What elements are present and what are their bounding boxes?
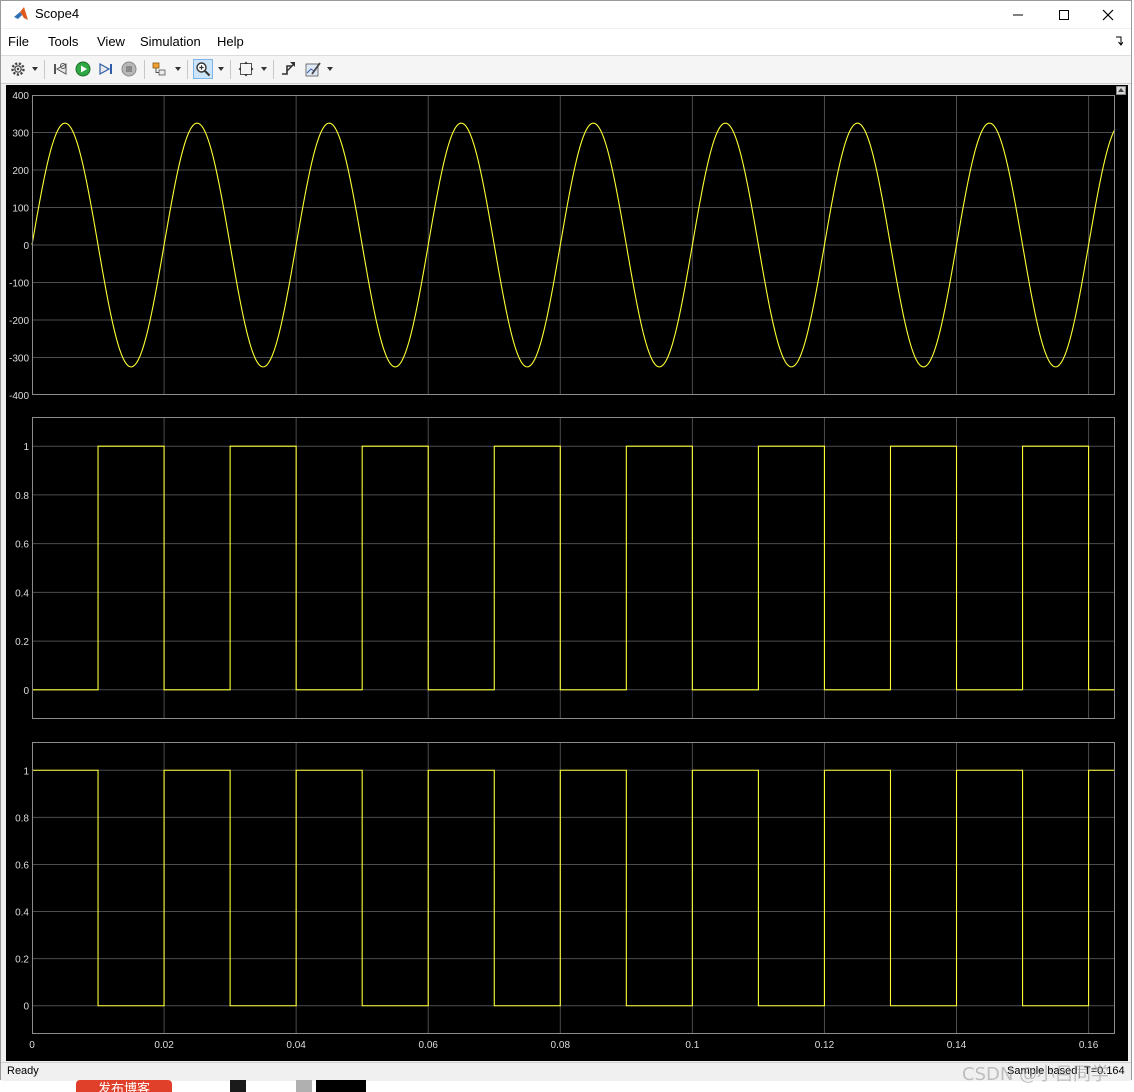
menu-bar: File Tools View Simulation Help [1, 29, 1131, 56]
highlight-block-icon [152, 62, 166, 76]
axes-2-ytick-label: 0.4 [15, 588, 29, 599]
axes-2-ytick-label: 0.8 [15, 491, 29, 502]
menu-view[interactable]: View [97, 34, 125, 49]
axes-3-xtick-label: 0.08 [551, 1040, 571, 1051]
chevron-down-icon[interactable] [261, 67, 267, 71]
highlight-block-button[interactable] [150, 59, 170, 79]
toolbar-separator [144, 60, 145, 79]
menu-arrow-icon[interactable] [1115, 36, 1123, 46]
axes-2-background [32, 417, 1115, 719]
run-icon [75, 61, 91, 77]
axes-2-ytick-label: 0.2 [15, 637, 29, 648]
close-button[interactable] [1085, 1, 1131, 28]
axes-3-xtick-label: 0.16 [1079, 1040, 1099, 1051]
axes-2-ytick-label: 0.6 [15, 540, 29, 551]
close-icon [1102, 9, 1114, 20]
chevron-down-icon[interactable] [327, 67, 333, 71]
axes-1-ytick-label: -200 [9, 316, 29, 327]
zoom-in-button[interactable] [193, 59, 213, 79]
step-forward-button[interactable] [96, 59, 116, 79]
background-block [230, 1080, 246, 1092]
axes-2-ytick-label: 1 [23, 442, 29, 453]
stop-button[interactable] [119, 59, 139, 79]
axes-3-xtick-label: 0.12 [815, 1040, 835, 1051]
axes-3-ytick-label: 0.2 [15, 955, 29, 966]
minimize-button[interactable] [995, 1, 1041, 28]
axes-3-xtick-label: 0 [29, 1040, 35, 1051]
chevron-down-icon[interactable] [218, 67, 224, 71]
style-button[interactable] [303, 59, 323, 79]
fit-to-view-icon [238, 61, 254, 77]
background-publish-button: 发布博客 [76, 1080, 172, 1092]
toolbar [1, 56, 1131, 84]
triggers-button[interactable] [279, 59, 299, 79]
menu-file[interactable]: File [8, 34, 29, 49]
axes-3-xtick-label: 0.06 [418, 1040, 438, 1051]
axes-3-xtick-label: 0.14 [947, 1040, 967, 1051]
toolbar-separator [44, 60, 45, 79]
stop-icon [121, 61, 137, 77]
background-block [316, 1080, 366, 1092]
axes-1-ytick-label: -100 [9, 279, 29, 290]
menu-help[interactable]: Help [217, 34, 244, 49]
axes-1-ytick-label: 400 [12, 91, 29, 102]
status-text: Ready [7, 1065, 39, 1077]
axes-3-xtick-label: 0.02 [154, 1040, 174, 1051]
axes-3-background [32, 742, 1115, 1034]
axes-1-ytick-label: -400 [9, 391, 29, 402]
minimize-icon [1013, 14, 1023, 15]
run-button[interactable] [73, 59, 93, 79]
scope-plots[interactable]: -400-300-200-100010020030040000.20.40.60… [6, 85, 1128, 1061]
axes-3-ytick-label: 0.8 [15, 813, 29, 824]
matlab-icon [13, 6, 29, 22]
gear-icon [11, 62, 25, 76]
toolbar-separator [230, 60, 231, 79]
step-back-button[interactable] [50, 59, 70, 79]
style-icon [305, 62, 321, 77]
title-bar[interactable]: Scope4 [1, 1, 1131, 28]
scope-window: Scope4 File Tools View Simulation Help -… [0, 0, 1132, 1081]
menu-tools[interactable]: Tools [48, 34, 78, 49]
toolbar-separator [187, 60, 188, 79]
axes-3-ytick-label: 0.6 [15, 860, 29, 871]
axes-3-xtick-label: 0.1 [685, 1040, 699, 1051]
axes-1-ytick-label: -300 [9, 354, 29, 365]
maximize-icon [1059, 9, 1069, 20]
toolbar-separator [273, 60, 274, 79]
triggers-icon [282, 62, 295, 75]
axes-3-xtick-label: 0.04 [286, 1040, 306, 1051]
zoom-in-icon [196, 62, 211, 77]
axes-1-ytick-label: 0 [23, 241, 29, 252]
axes-3-ytick-label: 0.4 [15, 908, 29, 919]
axes-1-ytick-label: 100 [12, 204, 29, 215]
step-forward-icon [99, 62, 112, 76]
chevron-down-icon[interactable] [175, 67, 181, 71]
menu-simulation[interactable]: Simulation [140, 34, 201, 49]
maximize-button[interactable] [1041, 1, 1087, 28]
undock-icon[interactable] [1116, 86, 1126, 95]
axes-3-ytick-label: 0 [23, 1002, 29, 1013]
window-title: Scope4 [35, 6, 80, 21]
background-block [296, 1080, 312, 1092]
step-back-icon [54, 63, 67, 75]
axes-1-ytick-label: 200 [12, 166, 29, 177]
axes-2-ytick-label: 0 [23, 686, 29, 697]
axes-3-ytick-label: 1 [23, 766, 29, 777]
scope-display[interactable]: -400 -300 -200 -100 0 100 200 300 400 0 0.2 0.4 0.6 0… [6, 85, 1128, 1061]
axes-1-ytick-label: 300 [12, 129, 29, 140]
chevron-down-icon[interactable] [32, 67, 38, 71]
watermark: CSDN @小吕同学 [962, 1064, 1110, 1085]
fit-to-view-button[interactable] [236, 59, 256, 79]
configuration-button[interactable] [8, 59, 28, 79]
